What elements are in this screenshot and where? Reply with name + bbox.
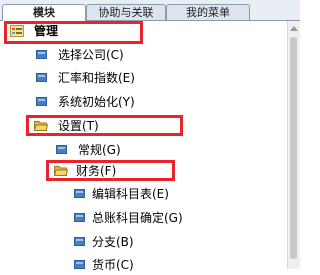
- scrollbar-thumb[interactable]: [290, 37, 297, 259]
- document-icon: [36, 97, 47, 106]
- tab-assist-relations[interactable]: 协助与关联: [86, 4, 166, 20]
- tree-item-label: 系统初始化(Y): [58, 95, 135, 109]
- document-icon: [74, 237, 85, 246]
- highlight-box-setup: [26, 115, 183, 136]
- module-tree: 管理 选择公司(C) 汇率和指数(E) 系统初始化(Y) 设置(T) 常规(G)…: [0, 21, 288, 272]
- tree-item-label: 常规(G): [78, 143, 121, 157]
- tree-item-select-company[interactable]: 选择公司(C): [36, 45, 236, 65]
- tree-item-currencies[interactable]: 货币(C): [74, 255, 274, 275]
- tree-item-exchange-rates[interactable]: 汇率和指数(E): [36, 68, 236, 88]
- tab-modules[interactable]: 模块: [2, 4, 86, 21]
- tree-item-label: 总账科目确定(G): [92, 211, 183, 225]
- document-icon: [36, 73, 47, 82]
- tree-item-label: 分支(B): [92, 235, 134, 249]
- document-icon: [56, 145, 67, 154]
- tree-item-label: 汇率和指数(E): [58, 71, 135, 85]
- tree-item-label: 选择公司(C): [58, 48, 124, 62]
- vertical-scrollbar[interactable]: [287, 21, 300, 269]
- tab-my-menu[interactable]: 我的菜单: [166, 4, 250, 20]
- document-icon: [36, 50, 47, 59]
- tree-item-label: 编辑科目表(E): [92, 187, 169, 201]
- tab-bar: 模块 协助与关联 我的菜单: [0, 0, 300, 21]
- tree-item-label: 货币(C): [92, 258, 134, 272]
- document-icon: [74, 260, 85, 269]
- scroll-up-arrow-icon[interactable]: [290, 26, 298, 31]
- tree-item-branches[interactable]: 分支(B): [74, 232, 274, 252]
- document-icon: [74, 189, 85, 198]
- document-icon: [74, 213, 85, 222]
- tree-item-general[interactable]: 常规(G): [56, 140, 256, 160]
- highlight-box-financials: [46, 160, 175, 181]
- tree-item-edit-chart-of-accounts[interactable]: 编辑科目表(E): [74, 184, 274, 204]
- tree-item-gl-account-determination[interactable]: 总账科目确定(G): [74, 208, 274, 228]
- highlight-box-management: [4, 21, 143, 44]
- tree-item-system-init[interactable]: 系统初始化(Y): [36, 92, 236, 112]
